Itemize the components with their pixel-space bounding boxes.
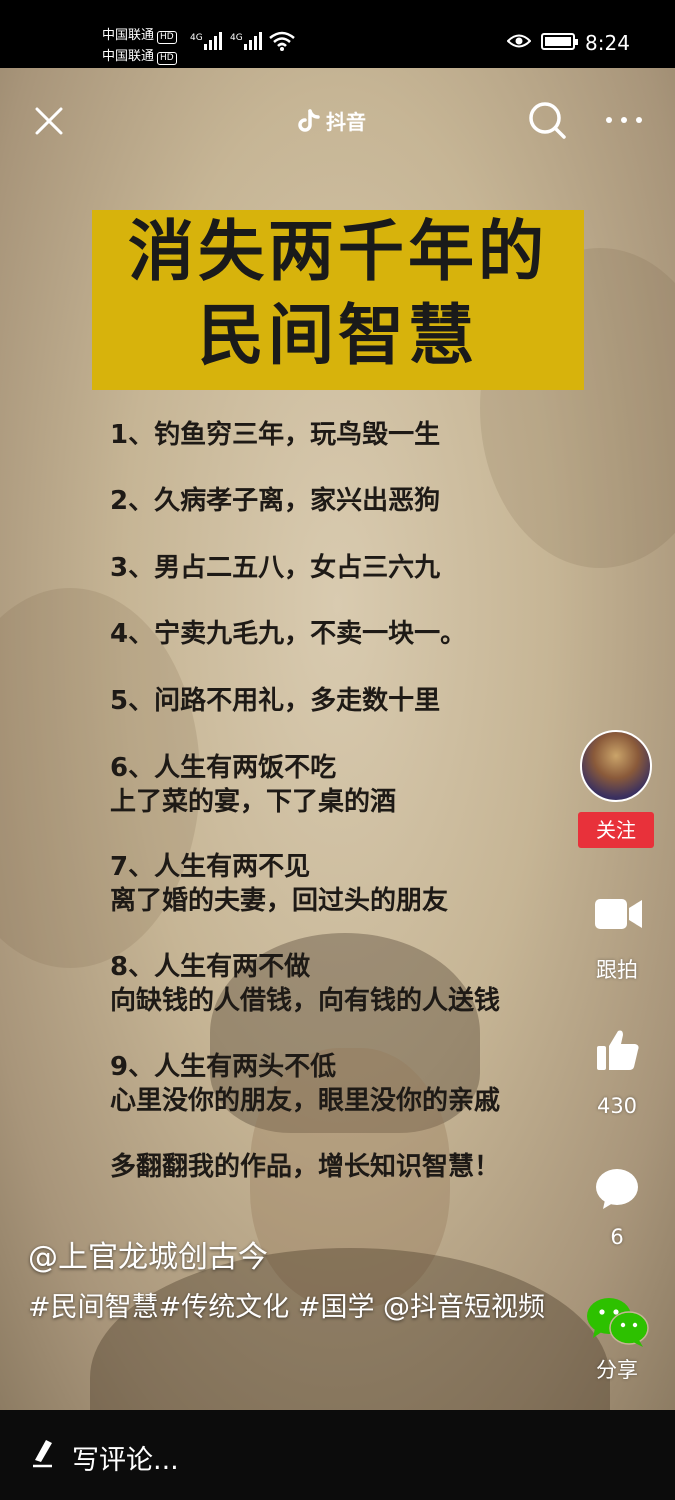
- svg-text:4G: 4G: [230, 33, 243, 43]
- list-item: 1、钓鱼穷三年，玩鸟毁一生: [110, 420, 441, 450]
- comment-count: 6: [610, 1225, 624, 1249]
- signal-icon-2: 4G: [230, 32, 262, 50]
- duet-label: 跟拍: [596, 958, 638, 982]
- title-banner: 消失两千年的 民间智慧: [92, 210, 584, 390]
- share-label: 分享: [596, 1358, 638, 1382]
- like-icon[interactable]: [596, 1028, 640, 1072]
- pen-icon: [33, 1440, 52, 1468]
- app-name: 抖音: [326, 110, 366, 134]
- comment-icon[interactable]: [595, 1168, 639, 1210]
- comment-input[interactable]: 写评论...: [72, 1438, 179, 1477]
- list-item: 7、人生有两不见: [110, 852, 311, 882]
- post-description[interactable]: #民间智慧#传统文化 #国学 @抖音短视频: [28, 1286, 558, 1330]
- list-item: 8、人生有两不做: [110, 952, 311, 982]
- status-bar: 中国联通 HD 中国联通 HD 4G 4G 8:24: [0, 0, 675, 68]
- list-item: 4、宁卖九毛九，不卖一块一。: [110, 619, 467, 649]
- title-line-1: 消失两千年的: [128, 213, 548, 290]
- carrier-2: 中国联通 HD: [102, 45, 177, 65]
- list-item: 3、男占二五八，女占三六九: [110, 553, 441, 583]
- list-item: 离了婚的夫妻，回过头的朋友: [110, 886, 449, 916]
- comment-bar[interactable]: 写评论...: [0, 1410, 675, 1500]
- battery-icon: [541, 33, 578, 50]
- wifi-icon: [269, 31, 295, 51]
- svg-text:4G: 4G: [190, 33, 203, 43]
- wechat-share-icon[interactable]: [585, 1296, 649, 1348]
- list-item: 心里没你的朋友，眼里没你的亲戚: [110, 1086, 501, 1116]
- eye-icon: [507, 34, 531, 48]
- signal-icon: 4G: [190, 32, 222, 50]
- carrier-1: 中国联通 HD: [102, 24, 177, 44]
- list-item: 6、人生有两饭不吃: [110, 753, 337, 783]
- avatar[interactable]: [580, 730, 652, 802]
- video-camera-icon[interactable]: [594, 896, 644, 932]
- list-item: 9、人生有两头不低: [110, 1052, 337, 1082]
- follow-button[interactable]: 关注: [578, 812, 654, 848]
- list-item: 5、问路不用礼，多走数十里: [110, 686, 441, 716]
- clock: 8:24: [585, 31, 630, 55]
- list-item: 上了菜的宴，下了桌的酒: [110, 787, 397, 817]
- list-item: 多翻翻我的作品，增长知识智慧！: [110, 1152, 501, 1182]
- author-name[interactable]: @上官龙城创古今: [28, 1232, 268, 1276]
- tiktok-icon: [298, 108, 320, 132]
- title-line-2: 民间智慧: [198, 297, 478, 374]
- search-icon[interactable]: [527, 100, 567, 140]
- video-player[interactable]: 抖音 消失两千年的 民间智慧 1、钓鱼穷三年，玩鸟毁一生 2、久病孝子离，家兴出…: [0, 68, 675, 1410]
- close-icon[interactable]: [34, 106, 64, 136]
- app-logo: 抖音: [298, 106, 366, 135]
- list-item: 2、久病孝子离，家兴出恶狗: [110, 486, 441, 516]
- like-count: 430: [596, 1094, 638, 1118]
- list-item: 向缺钱的人借钱，向有钱的人送钱: [110, 986, 501, 1016]
- more-icon[interactable]: [606, 106, 642, 134]
